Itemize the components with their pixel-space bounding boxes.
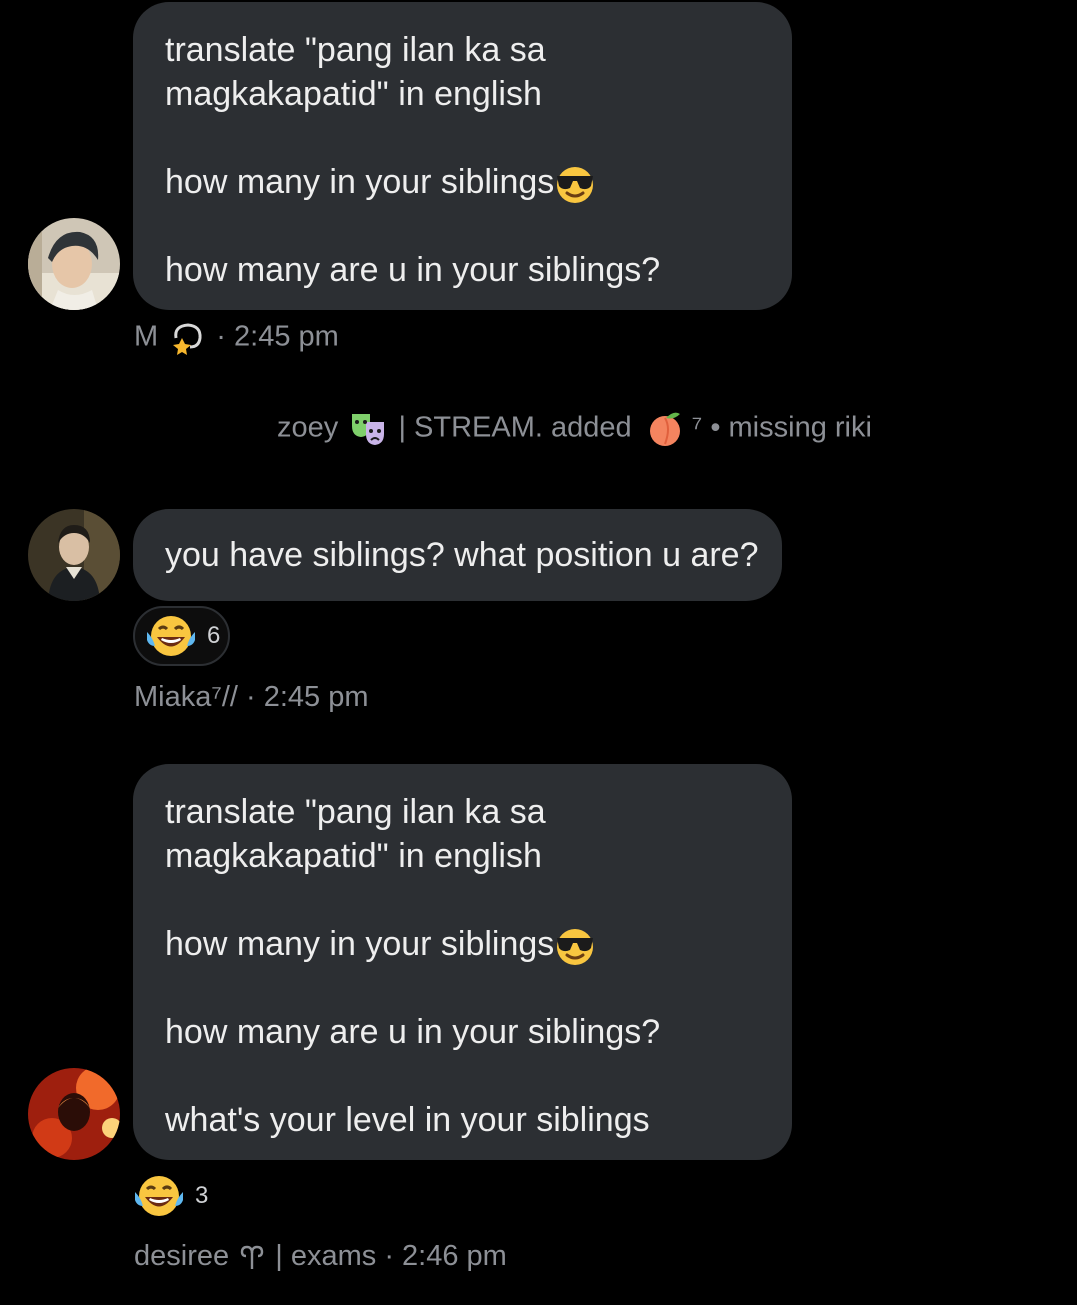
- message-spacer: [165, 116, 760, 160]
- message-spacer: [165, 878, 760, 922]
- avatar[interactable]: [28, 509, 120, 601]
- author-name[interactable]: Miaka⁷//: [134, 681, 238, 713]
- avatar[interactable]: [28, 218, 120, 310]
- reaction-pill[interactable]: 6: [133, 606, 230, 666]
- message-line: translate "pang ilan ka sa: [165, 31, 546, 69]
- message-spacer: [165, 1054, 760, 1098]
- chat-screen: translate "pang ilan ka sa magkakapatid"…: [0, 0, 1077, 1305]
- system-message: zoey | STREAM. added ⁷ • missing riki: [0, 410, 1077, 448]
- message-spacer: [165, 966, 760, 1010]
- performing-arts-icon: [352, 414, 385, 445]
- message-line: how many in your siblings: [165, 160, 760, 204]
- message-line: magkakapatid" in english: [165, 837, 542, 875]
- sunglasses-face-icon: [557, 167, 594, 204]
- dizzy-star-icon: [173, 323, 202, 355]
- message-line: how many are u in your siblings?: [165, 251, 661, 290]
- tears-of-joy-icon: [147, 616, 195, 656]
- message-bubble[interactable]: translate "pang ilan ka sa magkakapatid"…: [133, 764, 792, 1160]
- aries-icon: [240, 1246, 264, 1270]
- message-meta: M · 2:45 pm: [134, 320, 339, 356]
- message-line: translate "pang ilan ka sa: [165, 793, 546, 831]
- message-line: magkakapatid" in english: [165, 75, 542, 113]
- message-bubble[interactable]: translate "pang ilan ka sa magkakapatid"…: [133, 2, 792, 310]
- timestamp: · 2:46 pm: [384, 1240, 507, 1272]
- reaction-count: 3: [195, 1182, 209, 1209]
- system-action: | STREAM. added: [398, 411, 632, 444]
- reaction-pill[interactable]: 3: [133, 1166, 208, 1226]
- tears-of-joy-icon: [135, 1176, 183, 1216]
- author-name[interactable]: M: [134, 321, 158, 353]
- system-actor[interactable]: zoey: [277, 412, 338, 444]
- author-status: | exams: [275, 1240, 377, 1272]
- message-spacer: [165, 204, 760, 248]
- sunglasses-face-icon: [557, 929, 594, 966]
- timestamp: · 2:45 pm: [216, 320, 339, 353]
- message-bubble[interactable]: you have siblings? what position u are?: [133, 509, 782, 601]
- peach-icon: [649, 412, 680, 446]
- message-line: what's your level in your siblings: [165, 1101, 650, 1140]
- message-line: how many are u in your siblings?: [165, 1013, 661, 1052]
- author-name[interactable]: desiree: [134, 1240, 229, 1272]
- avatar[interactable]: [28, 1068, 120, 1160]
- reaction-count: 6: [207, 622, 221, 649]
- timestamp: · 2:45 pm: [246, 681, 369, 713]
- message-meta: desiree | exams · 2:46 pm: [134, 1240, 507, 1273]
- message-line: how many in your siblings: [165, 922, 760, 966]
- message-meta: Miaka⁷// · 2:45 pm: [134, 681, 369, 714]
- system-target[interactable]: ⁷ • missing riki: [692, 412, 872, 444]
- message-line: you have siblings? what position u are?: [165, 536, 759, 574]
